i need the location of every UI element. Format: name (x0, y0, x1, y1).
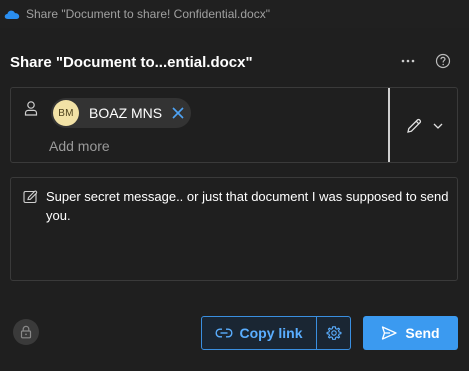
more-options-button[interactable] (398, 50, 418, 72)
recipient-name: BOAZ MNS (89, 105, 163, 121)
message-text[interactable]: Super secret message.. or just that docu… (46, 187, 451, 225)
link-settings-button[interactable] (317, 317, 350, 349)
more-options-icon (401, 59, 415, 63)
avatar: BM (53, 100, 79, 126)
copy-link-group: Copy link (201, 316, 351, 350)
lock-icon (20, 325, 32, 339)
window-title: Share "Document to share! Confidential.d… (26, 7, 270, 21)
person-icon (23, 100, 39, 118)
copy-link-button[interactable]: Copy link (202, 317, 317, 349)
pencil-icon (407, 118, 422, 133)
copy-link-label: Copy link (239, 325, 303, 341)
recipient-chip[interactable]: BM BOAZ MNS (51, 98, 191, 128)
send-label: Send (405, 325, 440, 341)
edit-message-icon (23, 189, 39, 205)
send-button[interactable]: Send (363, 316, 458, 350)
onedrive-cloud-icon (4, 6, 20, 22)
divider (388, 88, 390, 162)
help-icon (435, 53, 451, 69)
send-icon (382, 326, 398, 340)
gear-icon (326, 326, 341, 340)
message-box[interactable]: Super secret message.. or just that docu… (10, 177, 458, 281)
share-dialog-window: Share "Document to share! Confidential.d… (0, 0, 469, 371)
link-icon (215, 328, 233, 338)
close-icon (172, 107, 184, 119)
chevron-down-icon (433, 123, 443, 129)
recipients-box: BM BOAZ MNS (10, 87, 458, 163)
add-recipient-input[interactable] (49, 137, 249, 155)
remove-recipient-button[interactable] (170, 105, 186, 121)
help-button[interactable] (432, 50, 454, 72)
permission-dropdown[interactable] (401, 112, 447, 140)
dialog-header: Share "Document to...ential.docx" (10, 50, 460, 74)
title-bar: Share "Document to share! Confidential.d… (0, 0, 469, 28)
dialog-title: Share "Document to...ential.docx" (10, 53, 253, 71)
link-lock-button[interactable] (13, 319, 39, 345)
